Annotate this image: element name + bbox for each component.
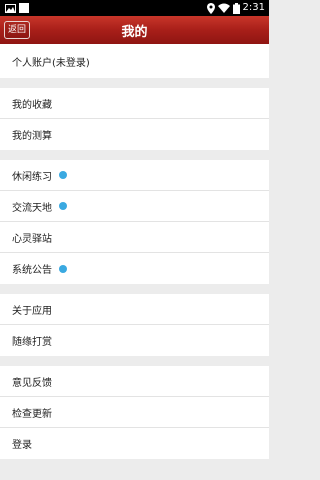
- divider: [0, 284, 269, 294]
- app-header: 返回 我的: [0, 16, 269, 44]
- menu-item-check-update[interactable]: 检查更新: [0, 397, 269, 428]
- menu-item-favorites[interactable]: 我的收藏: [0, 88, 269, 119]
- back-button[interactable]: 返回: [4, 21, 30, 39]
- status-bar: 2:31: [0, 0, 269, 16]
- menu-item-heart-station[interactable]: 心灵驿站: [0, 222, 269, 253]
- menu-item-feedback[interactable]: 意见反馈: [0, 366, 269, 397]
- menu-item-account[interactable]: 个人账户(未登录): [0, 44, 269, 78]
- new-badge-dot: [59, 171, 67, 179]
- menu-list: 个人账户(未登录) 我的收藏 我的测算 休闲练习 交流天地 心灵驿站 系统公告 …: [0, 44, 269, 459]
- menu-item-leisure-practice[interactable]: 休闲练习: [0, 160, 269, 191]
- menu-item-label: 交流天地: [12, 202, 52, 214]
- new-badge-dot: [59, 264, 67, 273]
- menu-item-about[interactable]: 关于应用: [0, 294, 269, 325]
- status-time: 2:31: [242, 2, 265, 13]
- image-icon: [5, 2, 16, 14]
- system-group: 意见反馈 检查更新 登录: [0, 366, 269, 459]
- community-group: 休闲练习 交流天地 心灵驿站 系统公告: [0, 160, 269, 284]
- account-group: 个人账户(未登录): [0, 44, 269, 78]
- new-badge-dot: [59, 202, 67, 210]
- menu-item-exchange[interactable]: 交流天地: [0, 191, 269, 222]
- divider: [0, 150, 269, 160]
- wifi-icon: [217, 2, 230, 14]
- menu-item-label: 休闲练习: [12, 171, 52, 183]
- menu-item-login[interactable]: 登录: [0, 428, 269, 459]
- battery-icon: [232, 2, 240, 14]
- location-icon: [206, 2, 215, 14]
- page-title: 我的: [121, 24, 148, 40]
- divider: [0, 78, 269, 88]
- app-group: 关于应用 随缘打赏: [0, 294, 269, 356]
- menu-item-donate[interactable]: 随缘打赏: [0, 325, 269, 356]
- menu-item-label: 系统公告: [12, 265, 52, 276]
- personal-group: 我的收藏 我的测算: [0, 88, 269, 150]
- menu-item-calculations[interactable]: 我的测算: [0, 119, 269, 150]
- menu-item-announcements[interactable]: 系统公告: [0, 253, 269, 284]
- divider: [0, 356, 269, 366]
- notification-square-icon: [19, 2, 29, 14]
